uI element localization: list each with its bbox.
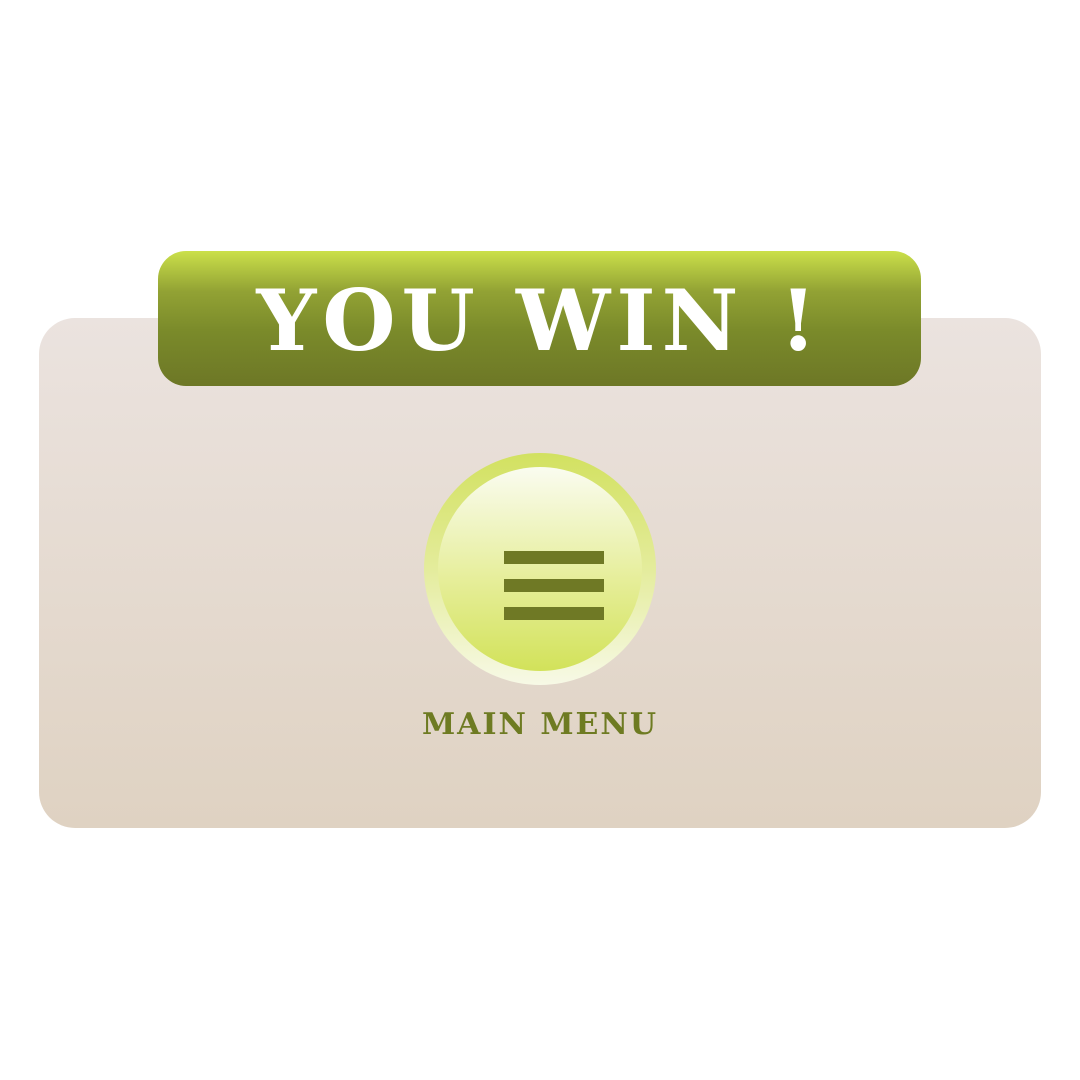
win-banner: YOU WIN ! <box>158 251 921 386</box>
win-title: YOU WIN ! <box>256 270 823 370</box>
main-menu-button-face[interactable] <box>438 467 642 671</box>
hamburger-bar-middle <box>504 579 604 592</box>
hamburger-menu-icon <box>504 551 604 620</box>
hamburger-bar-top <box>504 551 604 564</box>
hamburger-bar-bottom <box>504 607 604 620</box>
main-menu-button[interactable] <box>424 453 656 685</box>
main-menu-label[interactable]: MAIN MENU <box>340 707 740 743</box>
